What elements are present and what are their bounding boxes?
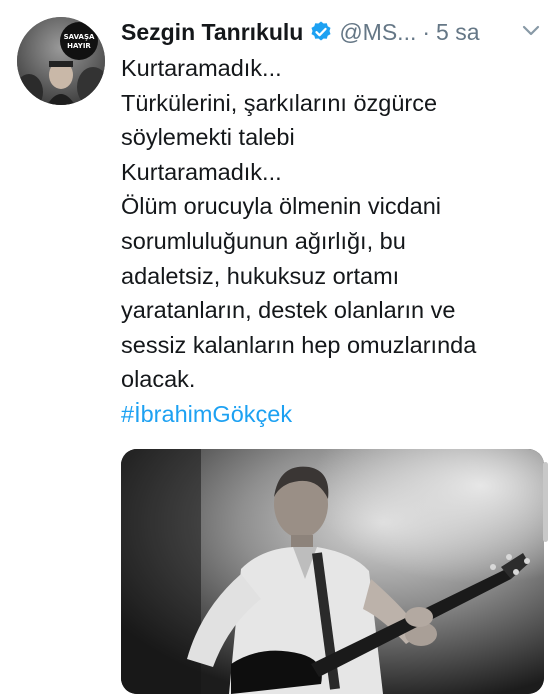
tweet-line: Türkülerini, şarkılarını özgürce (121, 89, 438, 116)
tweet-media-photo[interactable] (121, 449, 544, 694)
tweet-line: Kurtaramadık... (121, 158, 282, 185)
tweet-text: Kurtaramadık... Türkülerini, şarkılarını… (121, 51, 551, 432)
tweet-line: Kurtaramadık... (121, 55, 282, 81)
bass-player-photo (121, 449, 544, 694)
tweet-line: adaletsiz, hukuksuz ortamı (121, 262, 400, 289)
chevron-down-icon[interactable] (520, 19, 542, 41)
avatar-photo: SAVAŞA HAYIR (17, 17, 105, 105)
header-separator: · (422, 18, 431, 45)
author-name[interactable]: Sezgin Tanrıkulu (121, 19, 303, 46)
author-avatar[interactable]: SAVAŞA HAYIR (17, 17, 105, 105)
tweet-line: sorumluluğunun ağırlığı, bu (121, 227, 406, 254)
scrollbar[interactable] (543, 462, 548, 542)
hashtag-link[interactable]: #İbrahimGökçek (121, 397, 551, 432)
tweet-line: sessiz kalanların hep omuzlarında (121, 331, 477, 358)
tweet-line: yaratanların, destek olanların ve (121, 297, 456, 324)
author-handle[interactable]: @MS... (339, 19, 416, 46)
tweet-header: Sezgin Tanrıkulu @MS... · 5 sa (121, 12, 546, 52)
avatar-sign-text-1: SAVAŞA (64, 33, 95, 41)
avatar-sign-text-2: HAYIR (67, 42, 91, 50)
tweet-line: olacak. (121, 366, 196, 393)
verified-badge-icon (311, 21, 331, 41)
tweet-line: Ölüm orucuyla ölmenin vicdani (121, 193, 442, 220)
tweet-timestamp[interactable]: 5 sa (436, 19, 479, 46)
tweet-line: söylemekti talebi (121, 124, 295, 151)
